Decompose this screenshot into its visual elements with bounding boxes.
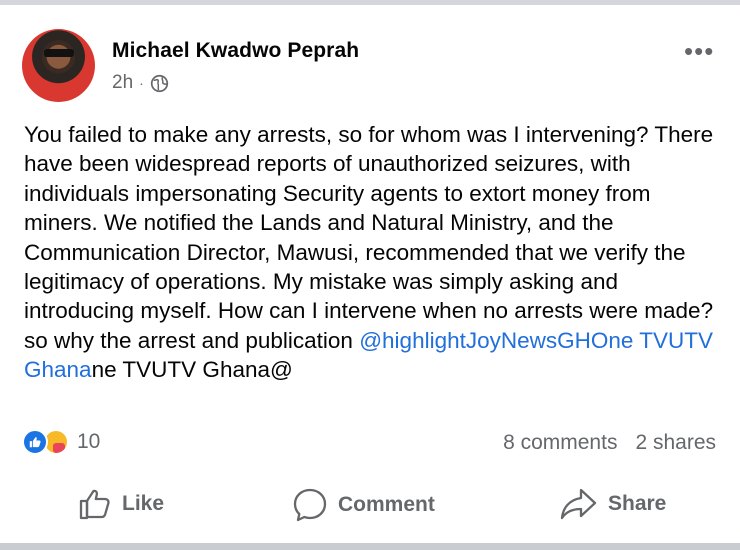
comment-bubble-icon (293, 488, 327, 522)
comments-count[interactable]: 8 comments (503, 431, 617, 455)
share-arrow-icon (560, 488, 597, 520)
thumbs-up-icon (79, 489, 110, 520)
post-text-tail: ne TVUTV Ghana@ (91, 357, 293, 383)
comment-label: Comment (338, 493, 435, 516)
engagement-counts: 8 comments 2 shares (503, 431, 716, 455)
post-body: You failed to make any arrests, so for w… (24, 120, 724, 385)
like-reaction-icon (22, 429, 48, 455)
action-bar: Like Comment Share (0, 487, 740, 527)
avatar-sunglasses (44, 49, 74, 57)
author-avatar[interactable] (22, 29, 95, 102)
like-label: Like (122, 492, 165, 515)
shares-count[interactable]: 2 shares (635, 431, 716, 455)
bottom-divider (0, 543, 740, 550)
more-options-icon[interactable]: ••• (684, 38, 714, 64)
care-heart-icon (53, 443, 65, 453)
reaction-count: 10 (77, 430, 101, 453)
like-button[interactable]: Like (78, 487, 164, 521)
globe-icon[interactable] (150, 74, 169, 93)
share-label: Share (608, 492, 667, 515)
reactions-summary[interactable]: 10 (22, 429, 100, 455)
author-name[interactable]: Michael Kwadwo Peprah (112, 39, 359, 63)
top-divider (0, 0, 740, 5)
post-time[interactable]: 2h (112, 72, 133, 94)
comment-button[interactable]: Comment (292, 487, 435, 523)
share-button[interactable]: Share (560, 487, 666, 521)
post-text-main: You failed to make any arrests, so for w… (24, 122, 714, 353)
post-meta: 2h · (112, 72, 169, 94)
meta-separator: · (139, 75, 144, 91)
